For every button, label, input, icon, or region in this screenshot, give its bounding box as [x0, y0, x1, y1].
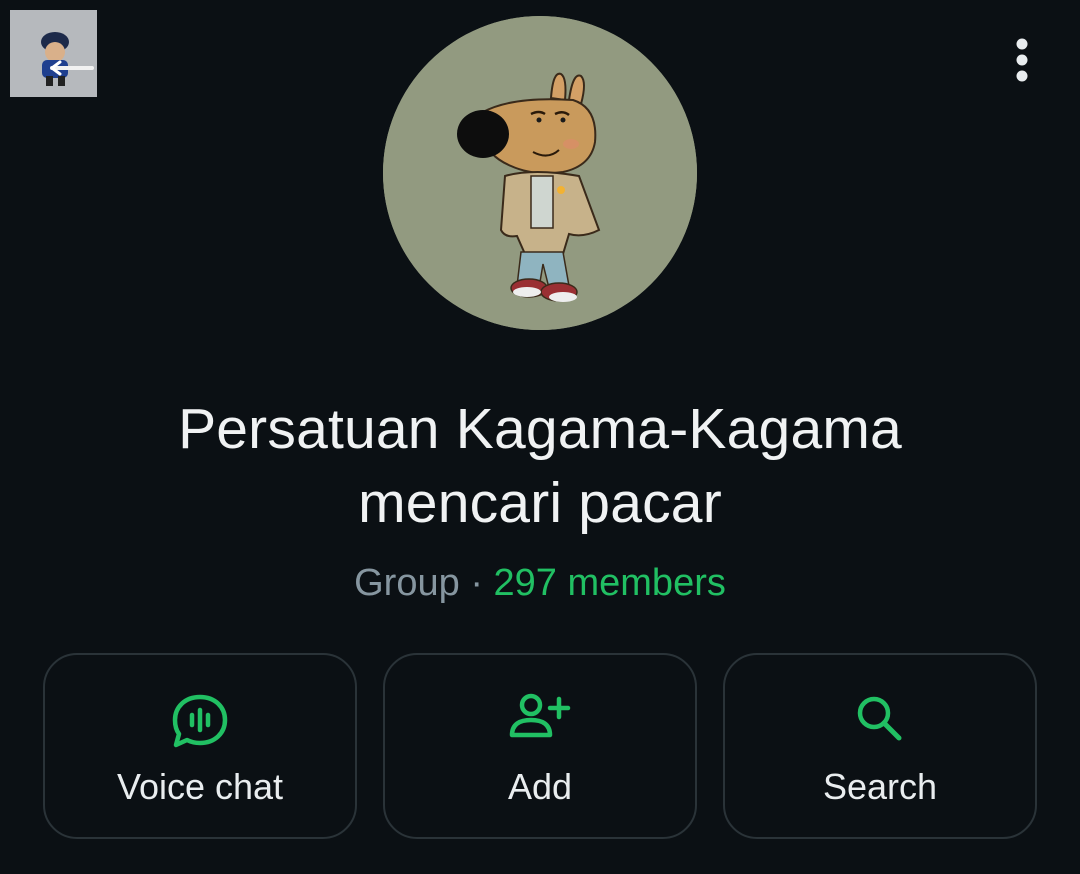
add-icon-wrap	[385, 693, 695, 749]
group-title: Persatuan Kagama-Kagama mencari pacar	[90, 392, 990, 540]
user-avatar-thumbnail	[10, 10, 97, 97]
voice-chat-icon-wrap	[45, 693, 355, 749]
more-options-button[interactable]	[996, 28, 1048, 92]
group-subtitle: Group · 297 members	[0, 558, 1080, 608]
voice-chat-icon	[172, 694, 228, 748]
action-buttons-row: Voice chat Add Search	[43, 653, 1037, 841]
group-title-line1: Persatuan Kagama-Kagama	[178, 397, 902, 461]
search-icon-wrap	[725, 693, 1035, 749]
group-avatar[interactable]	[383, 16, 697, 330]
voice-chat-label: Voice chat	[116, 766, 284, 807]
add-member-button[interactable]: Add	[383, 653, 697, 839]
search-icon	[857, 696, 902, 741]
add-person-icon	[509, 693, 571, 738]
group-title-line2: mencari pacar	[358, 471, 722, 535]
search-label: Search	[822, 766, 938, 807]
group-info-screen: Persatuan Kagama-Kagama mencari pacar Gr…	[0, 0, 1080, 874]
more-vert-icon	[1016, 38, 1028, 82]
add-label: Add	[507, 766, 573, 807]
group-type-label: Group	[354, 562, 460, 604]
back-button[interactable]	[10, 10, 97, 97]
voice-chat-button[interactable]: Voice chat	[43, 653, 357, 839]
members-count-link[interactable]: 297 members	[494, 562, 726, 604]
subtitle-separator: ·	[470, 562, 483, 604]
group-photo-cartoon-dog	[383, 16, 697, 330]
search-button[interactable]: Search	[723, 653, 1037, 839]
